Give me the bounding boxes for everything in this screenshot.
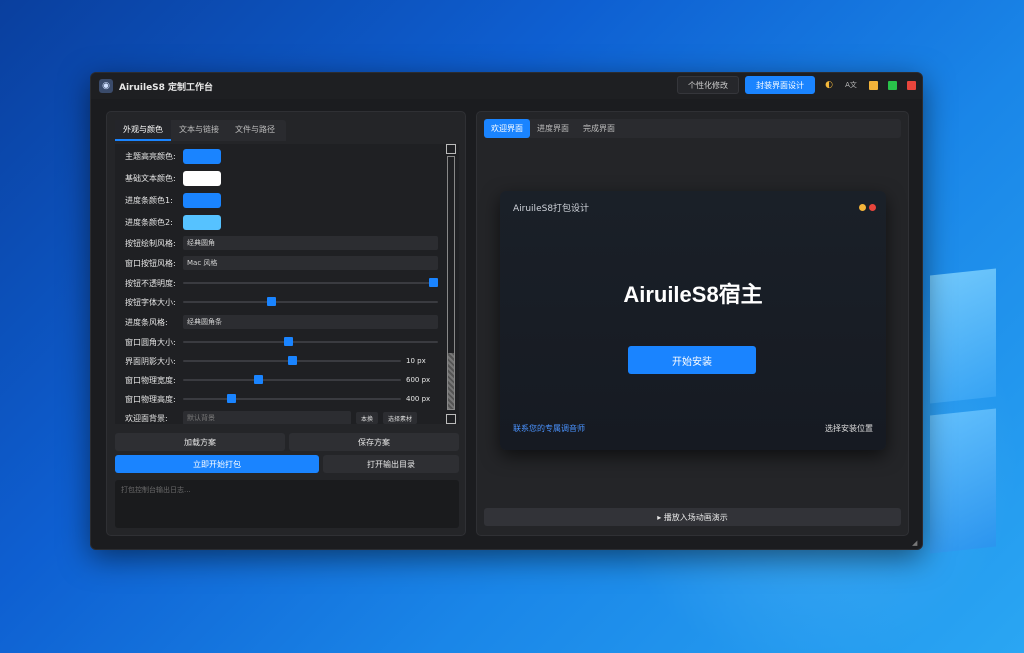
resize-grip-icon[interactable]: ◢: [912, 539, 920, 547]
text-color-swatch[interactable]: [183, 170, 221, 186]
scroll-up-arrow[interactable]: [446, 144, 456, 154]
preview-location-link[interactable]: 选择安装位置: [825, 423, 873, 434]
background-choose-button[interactable]: 选择素材: [383, 412, 418, 424]
preview-contact-link[interactable]: 联系您的专属调音师: [513, 423, 585, 434]
slider-thumb[interactable]: [283, 337, 293, 346]
tab-finish[interactable]: 完成界面: [576, 119, 622, 138]
maximize-button[interactable]: [888, 80, 897, 90]
slider-thumb[interactable]: [254, 375, 264, 384]
field-label: 进度条风格:: [125, 317, 168, 327]
design-button[interactable]: 封装界面设计: [745, 76, 815, 94]
field-label: 窗口按钮风格:: [125, 258, 176, 268]
field-label: 窗口圆角大小:: [125, 337, 176, 347]
tab-text-links[interactable]: 文本与链接: [171, 120, 227, 141]
scroll-down-arrow[interactable]: [446, 414, 456, 424]
window-button-style-select[interactable]: Mac 风格: [183, 256, 438, 270]
preview-panel: 欢迎界面 进度界面 完成界面 AiruileS8打包设计 AiruileS8宿主…: [476, 111, 909, 536]
installer-preview: AiruileS8打包设计 AiruileS8宿主 开始安装 联系您的专属调音师…: [500, 191, 886, 450]
field-label: 按钮字体大小:: [125, 297, 176, 307]
height-value: 400 px: [406, 395, 431, 403]
slider-thumb[interactable]: [287, 356, 297, 365]
title-bar[interactable]: ◉ AiruileS8 定制工作台 个性化修改 封装界面设计 ◐ A文: [91, 73, 922, 99]
scroll-track[interactable]: [447, 156, 455, 410]
opacity-slider[interactable]: [183, 276, 438, 290]
app-logo-icon: ◉: [99, 79, 113, 93]
progress2-color-swatch[interactable]: [183, 214, 221, 230]
background-input[interactable]: 默认背景: [183, 411, 351, 424]
desktop-windows-logo-pane: [930, 408, 996, 554]
settings-form: 主题高亮颜色: 基础文本颜色: 进度条颜色1: 进度条颜色2: 按钮绘制风格: …: [115, 144, 459, 424]
field-label: 欢迎面背景:: [125, 413, 168, 423]
field-label: 按钮绘制风格:: [125, 238, 176, 248]
preview-main-title: AiruileS8宿主: [623, 282, 763, 307]
opacity-row: 按钮不透明度:: [125, 275, 438, 291]
font-size-row: 按钮字体大小:: [125, 294, 438, 310]
save-scheme-button[interactable]: 保存方案: [289, 433, 459, 451]
slider-thumb[interactable]: [429, 278, 438, 287]
shadow-slider[interactable]: [183, 354, 401, 368]
progress2-color-row: 进度条颜色2:: [125, 214, 221, 230]
start-build-button[interactable]: 立即开始打包: [115, 455, 319, 473]
width-row: 窗口物理宽度: 600 px: [125, 372, 430, 388]
theme-color-row: 主题高亮颜色:: [125, 148, 221, 164]
preview-install-button[interactable]: 开始安装: [628, 346, 756, 374]
field-label: 主题高亮颜色:: [125, 151, 176, 161]
field-label: 窗口物理高度:: [125, 394, 176, 404]
field-label: 界面阴影大小:: [125, 356, 176, 366]
radius-row: 窗口圆角大小:: [125, 334, 438, 350]
width-value: 600 px: [406, 376, 431, 384]
app-title: AiruileS8 定制工作台: [119, 82, 214, 93]
scroll-thumb[interactable]: [448, 353, 454, 409]
title-bar-actions: 个性化修改 封装界面设计 ◐ A文: [677, 76, 916, 94]
slider-thumb[interactable]: [226, 394, 236, 403]
progress1-color-swatch[interactable]: [183, 192, 221, 208]
preview-minimize-dot[interactable]: [859, 204, 866, 211]
text-color-row: 基础文本颜色:: [125, 170, 221, 186]
form-scrollbar[interactable]: [446, 144, 456, 424]
theme-color-swatch[interactable]: [183, 148, 221, 164]
field-label: 进度条颜色2:: [125, 217, 173, 227]
tab-appearance[interactable]: 外观与颜色: [115, 120, 171, 141]
width-slider[interactable]: [183, 373, 401, 387]
settings-tabs: 外观与颜色 文本与链接 文件与路径: [115, 120, 286, 141]
font-size-slider[interactable]: [183, 295, 438, 309]
desktop-windows-logo-pane: [930, 268, 996, 404]
radius-slider[interactable]: [183, 335, 438, 349]
tab-progress[interactable]: 进度界面: [530, 119, 576, 138]
minimize-button[interactable]: [869, 80, 878, 90]
slider-thumb[interactable]: [266, 297, 276, 306]
progress-style-row: 进度条风格: 经典圆角条: [125, 314, 438, 330]
button-style-row: 按钮绘制风格: 经典圆角: [125, 235, 438, 251]
window-button-style-row: 窗口按钮风格: Mac 风格: [125, 255, 438, 271]
build-console[interactable]: 打包控制台输出日志...: [115, 480, 459, 528]
preview-tabs: 欢迎界面 进度界面 完成界面: [484, 119, 901, 138]
load-scheme-button[interactable]: 加载方案: [115, 433, 285, 451]
open-output-dir-button[interactable]: 打开输出目录: [323, 455, 459, 473]
play-animation-button[interactable]: ▸ 播放入场动画演示: [484, 508, 901, 526]
language-icon[interactable]: A文: [843, 77, 859, 93]
field-label: 基础文本颜色:: [125, 173, 176, 183]
field-label: 进度条颜色1:: [125, 195, 173, 205]
tab-files-paths[interactable]: 文件与路径: [227, 120, 283, 141]
height-slider[interactable]: [183, 392, 401, 406]
personalize-button[interactable]: 个性化修改: [677, 76, 739, 94]
background-row: 欢迎面背景: 默认背景 本换 选择素材: [125, 410, 418, 424]
close-button[interactable]: [907, 80, 916, 90]
field-label: 按钮不透明度:: [125, 278, 176, 288]
progress-style-select[interactable]: 经典圆角条: [183, 315, 438, 329]
settings-panel: 外观与颜色 文本与链接 文件与路径 主题高亮颜色: 基础文本颜色: 进度条颜色1…: [106, 111, 466, 536]
height-row: 窗口物理高度: 400 px: [125, 391, 430, 407]
progress1-color-row: 进度条颜色1:: [125, 192, 221, 208]
tab-welcome[interactable]: 欢迎界面: [484, 119, 530, 138]
preview-close-dot[interactable]: [869, 204, 876, 211]
theme-toggle-icon[interactable]: ◐: [821, 77, 837, 93]
shadow-value: 10 px: [406, 357, 426, 365]
background-replace-button[interactable]: 本换: [356, 412, 379, 424]
preview-title: AiruileS8打包设计: [513, 204, 590, 214]
button-style-select[interactable]: 经典圆角: [183, 236, 438, 250]
field-label: 窗口物理宽度:: [125, 375, 176, 385]
shadow-row: 界面阴影大小: 10 px: [125, 353, 426, 369]
app-window: ◉ AiruileS8 定制工作台 个性化修改 封装界面设计 ◐ A文 外观与颜…: [90, 72, 923, 550]
